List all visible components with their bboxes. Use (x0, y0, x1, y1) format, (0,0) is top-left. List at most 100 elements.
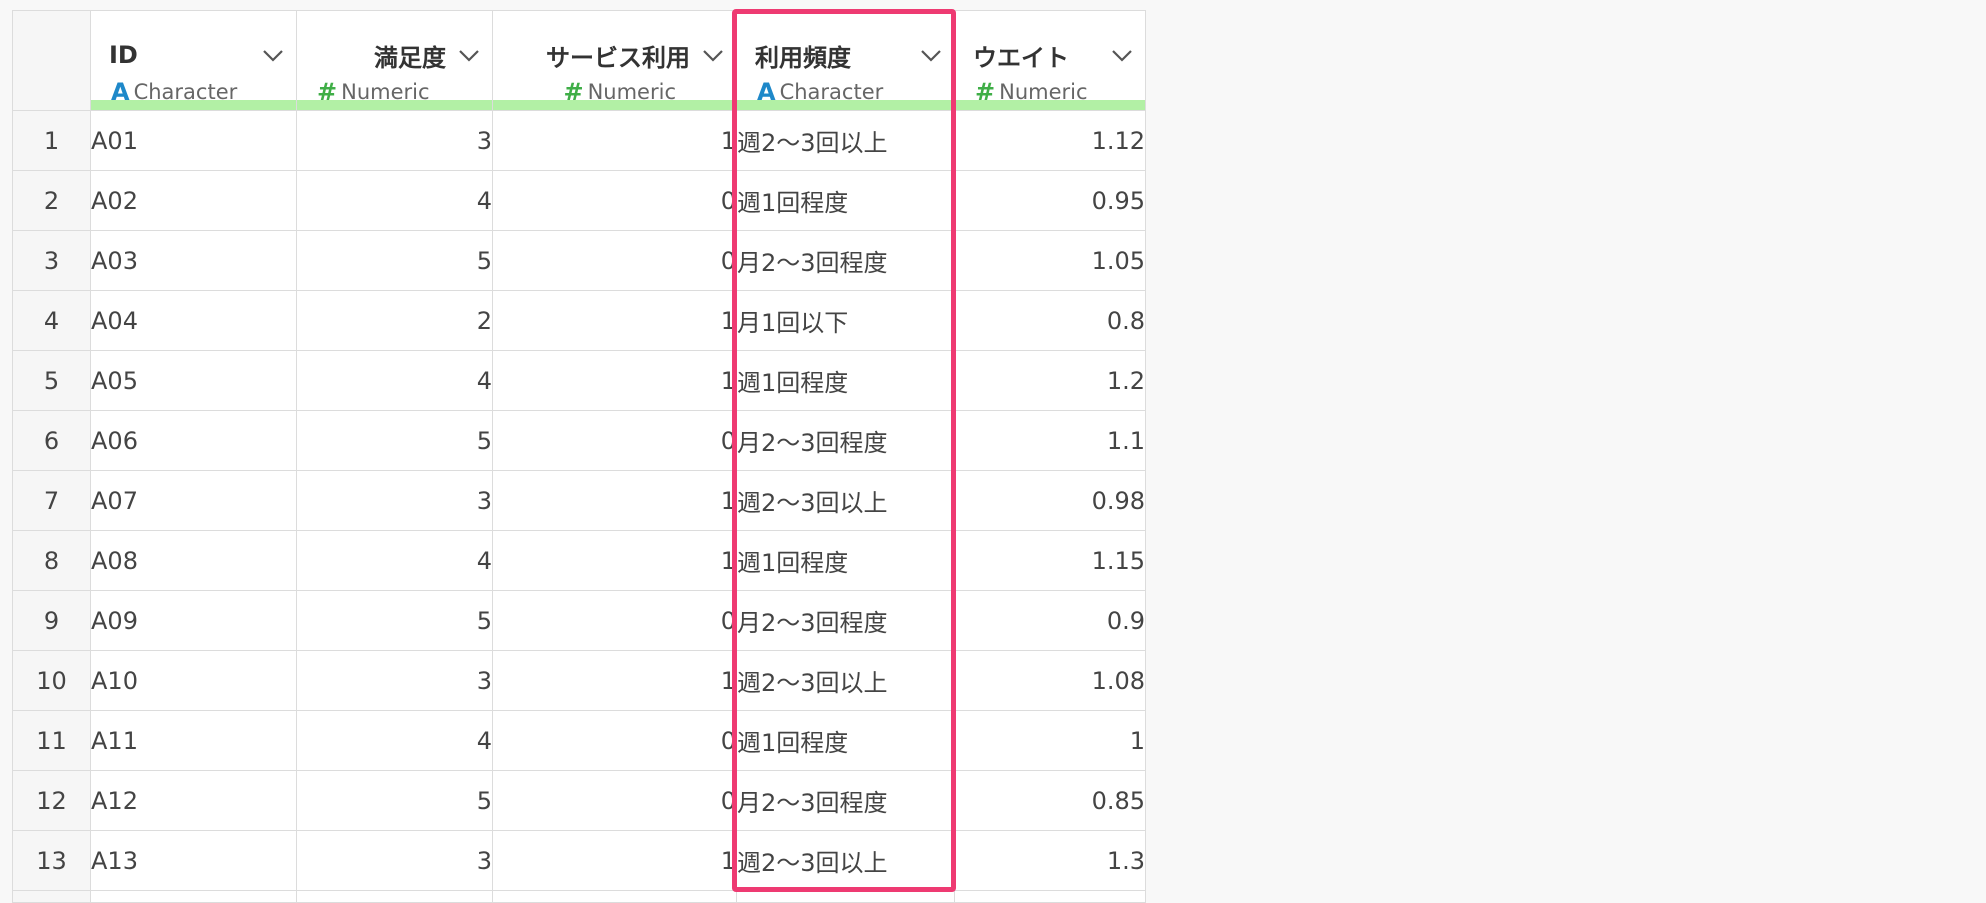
cell-frequency[interactable]: 月1回以下 (736, 290, 955, 351)
table-row: 6 A06 5 0 月2〜3回程度 1.1 (12, 410, 1146, 471)
row-number: 5 (12, 350, 91, 411)
cell-frequency[interactable]: 週2〜3回以上 (736, 650, 955, 711)
table-row: 13 A13 3 1 週2〜3回以上 1.3 (12, 830, 1146, 891)
cell-service-usage[interactable]: 0 (492, 230, 737, 291)
cell-weight[interactable]: 0.95 (954, 170, 1146, 231)
cell-satisfaction[interactable]: 4 (296, 530, 493, 591)
cell-satisfaction[interactable]: 5 (296, 770, 493, 831)
row-number: 4 (12, 290, 91, 351)
cell-satisfaction[interactable]: 5 (296, 590, 493, 651)
cell-frequency[interactable]: 週1回程度 (736, 710, 955, 771)
cell-id[interactable]: A13 (90, 830, 297, 891)
chevron-down-icon[interactable] (700, 44, 726, 66)
cell-id[interactable]: A11 (90, 710, 297, 771)
cell-service-usage[interactable]: 1 (492, 110, 737, 171)
cell-weight[interactable]: 1.15 (954, 530, 1146, 591)
cell-service-usage[interactable]: 1 (492, 830, 737, 891)
cell-weight[interactable]: 1.3 (954, 830, 1146, 891)
column-header-service-usage[interactable]: サービス利用 # Numeric (492, 10, 737, 111)
cell-frequency[interactable]: 週2〜3回以上 (736, 830, 955, 891)
cell-satisfaction[interactable]: 2 (296, 290, 493, 351)
cell-service-usage[interactable]: 1 (492, 470, 737, 531)
row-number: 1 (12, 110, 91, 171)
cell-service-usage[interactable]: 1 (492, 290, 737, 351)
cell-frequency[interactable]: 月2〜3回程度 (736, 590, 955, 651)
cell-weight[interactable]: 1.2 (954, 350, 1146, 411)
cell-service-usage[interactable]: 1 (492, 530, 737, 591)
table-row: 11 A11 4 0 週1回程度 1 (12, 710, 1146, 771)
cell-weight[interactable]: 0.9 (954, 590, 1146, 651)
cell-frequency[interactable]: 週1回程度 (736, 350, 955, 411)
cell-frequency[interactable]: 月2〜3回程度 (736, 410, 955, 471)
row-number: 11 (12, 710, 91, 771)
cell-weight[interactable]: 0.85 (954, 770, 1146, 831)
cell-frequency[interactable]: 月2〜3回程度 (736, 770, 955, 831)
empty-cell (736, 890, 955, 903)
table-row-partial (12, 890, 1146, 903)
cell-satisfaction[interactable]: 3 (296, 830, 493, 891)
column-header-satisfaction[interactable]: 満足度 # Numeric (296, 10, 493, 111)
column-type-bar (493, 100, 736, 110)
chevron-down-icon[interactable] (456, 44, 482, 66)
cell-weight[interactable]: 1 (954, 710, 1146, 771)
row-number: 2 (12, 170, 91, 231)
chevron-down-icon[interactable] (260, 44, 286, 66)
cell-satisfaction[interactable]: 4 (296, 710, 493, 771)
cell-satisfaction[interactable]: 5 (296, 230, 493, 291)
empty-cell (90, 890, 297, 903)
cell-weight[interactable]: 0.98 (954, 470, 1146, 531)
column-type-bar (737, 100, 954, 110)
cell-frequency[interactable]: 週2〜3回以上 (736, 470, 955, 531)
cell-weight[interactable]: 0.8 (954, 290, 1146, 351)
cell-satisfaction[interactable]: 4 (296, 170, 493, 231)
cell-id[interactable]: A07 (90, 470, 297, 531)
cell-id[interactable]: A05 (90, 350, 297, 411)
cell-weight[interactable]: 1.05 (954, 230, 1146, 291)
cell-frequency[interactable]: 週2〜3回以上 (736, 110, 955, 171)
table-row: 1 A01 3 1 週2〜3回以上 1.12 (12, 110, 1146, 171)
cell-id[interactable]: A04 (90, 290, 297, 351)
cell-satisfaction[interactable]: 3 (296, 650, 493, 711)
empty-cell (492, 890, 737, 903)
table-row: 3 A03 5 0 月2〜3回程度 1.05 (12, 230, 1146, 291)
cell-service-usage[interactable]: 0 (492, 170, 737, 231)
cell-frequency[interactable]: 月2〜3回程度 (736, 230, 955, 291)
table-row: 12 A12 5 0 月2〜3回程度 0.85 (12, 770, 1146, 831)
cell-id[interactable]: A10 (90, 650, 297, 711)
empty-cell (296, 890, 493, 903)
cell-id[interactable]: A01 (90, 110, 297, 171)
row-number: 3 (12, 230, 91, 291)
cell-service-usage[interactable]: 0 (492, 590, 737, 651)
cell-service-usage[interactable]: 0 (492, 410, 737, 471)
cell-service-usage[interactable]: 0 (492, 710, 737, 771)
cell-id[interactable]: A08 (90, 530, 297, 591)
cell-service-usage[interactable]: 0 (492, 770, 737, 831)
chevron-down-icon[interactable] (918, 44, 944, 66)
cell-weight[interactable]: 1.12 (954, 110, 1146, 171)
cell-satisfaction[interactable]: 4 (296, 350, 493, 411)
column-header-id[interactable]: ID A Character (90, 10, 297, 111)
cell-id[interactable]: A06 (90, 410, 297, 471)
cell-satisfaction[interactable]: 3 (296, 110, 493, 171)
cell-service-usage[interactable]: 1 (492, 350, 737, 411)
cell-id[interactable]: A09 (90, 590, 297, 651)
column-name: 利用頻度 (755, 43, 851, 72)
cell-id[interactable]: A02 (90, 170, 297, 231)
cell-id[interactable]: A12 (90, 770, 297, 831)
cell-frequency[interactable]: 週1回程度 (736, 170, 955, 231)
column-header-weight[interactable]: ウエイト # Numeric (954, 10, 1146, 111)
cell-satisfaction[interactable]: 3 (296, 470, 493, 531)
grid-body: 1 A01 3 1 週2〜3回以上 1.12 2 A02 4 0 週1回程度 0.95 3 A03 5 0 月2… (12, 110, 1146, 903)
cell-id[interactable]: A03 (90, 230, 297, 291)
column-header-frequency[interactable]: 利用頻度 A Character (736, 10, 955, 111)
empty-cell (954, 890, 1146, 903)
cell-frequency[interactable]: 週1回程度 (736, 530, 955, 591)
cell-service-usage[interactable]: 1 (492, 650, 737, 711)
cell-satisfaction[interactable]: 5 (296, 410, 493, 471)
empty-cell (12, 890, 91, 903)
column-name: 満足度 (374, 43, 446, 72)
cell-weight[interactable]: 1.08 (954, 650, 1146, 711)
cell-weight[interactable]: 1.1 (954, 410, 1146, 471)
chevron-down-icon[interactable] (1109, 44, 1135, 66)
row-number: 12 (12, 770, 91, 831)
